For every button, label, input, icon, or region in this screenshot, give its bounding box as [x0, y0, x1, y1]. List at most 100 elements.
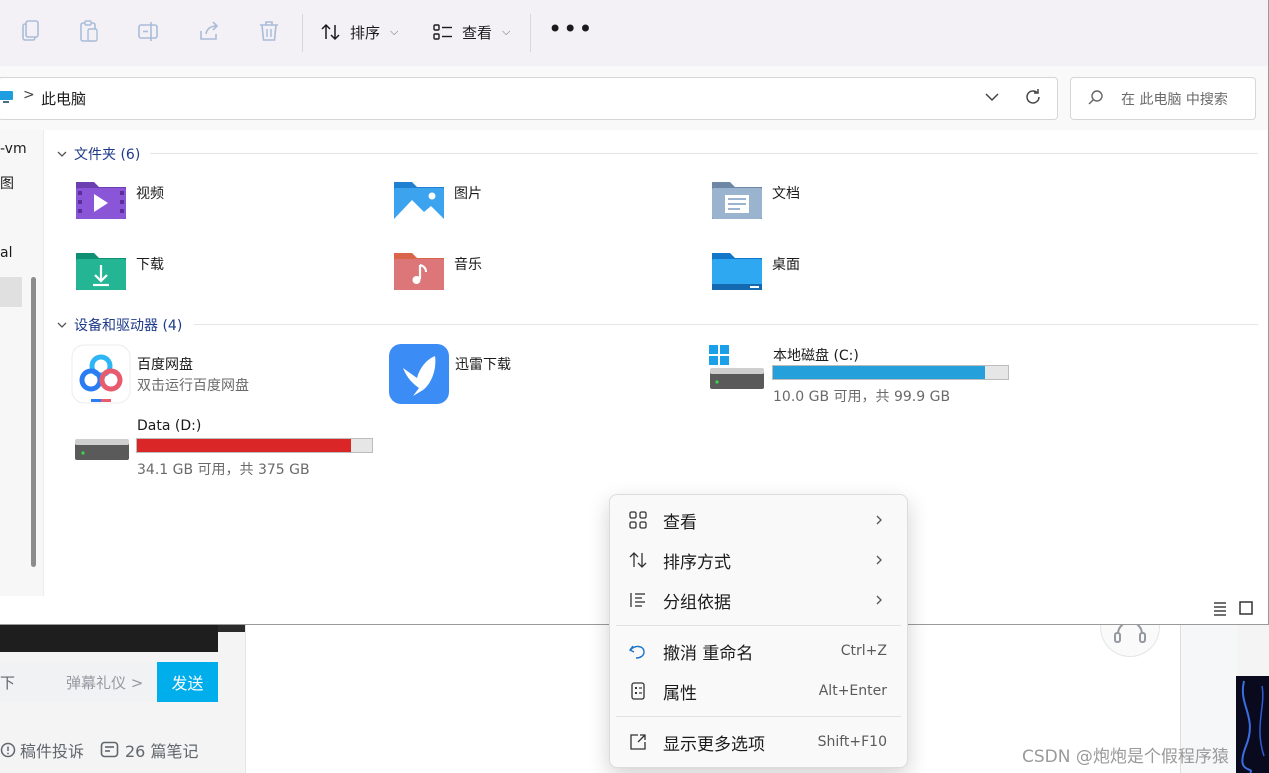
folder-documents[interactable]: 文档: [710, 176, 1010, 232]
delete-icon[interactable]: [257, 18, 281, 46]
menu-label: 属性: [663, 683, 697, 704]
group-by-icon: [630, 593, 645, 607]
nav-item-local[interactable]: al: [0, 245, 12, 261]
drive-d-usage-bar: [136, 438, 373, 453]
danmaku-hint: 下: [0, 674, 16, 692]
folder-videos[interactable]: 视频: [74, 176, 374, 232]
downloads-folder-icon: [76, 253, 126, 290]
more-options-button[interactable]: •••: [548, 17, 592, 46]
device-thunder[interactable]: 迅雷下载: [389, 344, 689, 406]
desktop-folder-icon: [712, 253, 762, 290]
folder-name: 图片: [454, 186, 482, 202]
device-subtitle: 10.0 GB 可用，共 99.9 GB: [773, 389, 951, 405]
pane-divider: [43, 130, 44, 596]
nav-item-pictures[interactable]: 图: [0, 173, 14, 193]
device-name: 迅雷下载: [455, 357, 511, 373]
notes-label: 26 篇笔记: [125, 742, 199, 761]
drive-c-usage-fill: [773, 366, 985, 379]
danmaku-etiquette-link[interactable]: 弹幕礼仪 >: [66, 672, 143, 693]
folder-name: 音乐: [454, 257, 482, 273]
rename-icon[interactable]: [137, 18, 161, 46]
menu-label: 分组依据: [663, 592, 731, 613]
device-drive-c[interactable]: 本地磁盘 (C:) 10.0 GB 可用，共 99.9 GB: [707, 342, 1017, 406]
csdn-watermark: CSDN @炮炮是个假程序猿: [1022, 747, 1229, 767]
share-icon[interactable]: [197, 18, 221, 46]
grid-view-icon: [629, 511, 647, 529]
properties-icon: [631, 682, 645, 700]
device-baidu-netdisk[interactable]: 百度网盘 双击运行百度网盘: [71, 344, 371, 406]
report-label: 稿件投诉: [20, 742, 85, 761]
breadcrumb-this-pc[interactable]: 此电脑: [41, 88, 86, 109]
folder-name: 视频: [136, 186, 164, 202]
view-toggle: [1212, 600, 1254, 616]
chevron-down-icon[interactable]: [981, 86, 1003, 108]
sort-button[interactable]: 排序 ⌵: [320, 18, 398, 46]
menu-item-sort-by[interactable]: 排序方式: [616, 541, 901, 579]
sort-icon: [321, 23, 340, 41]
nav-item-vm[interactable]: -vm: [0, 141, 27, 157]
sort-label: 排序: [350, 23, 381, 42]
device-subtitle: 双击运行百度网盘: [137, 378, 249, 394]
chevron-down-icon: [57, 322, 67, 328]
address-row: > 此电脑 在 此电脑 中搜索: [0, 66, 1268, 130]
chevron-down-icon: ⌵: [390, 25, 399, 38]
details-view-icon[interactable]: [1212, 600, 1228, 616]
toolbar-separator: [530, 14, 531, 52]
folder-name: 文档: [772, 186, 800, 202]
group-title-folders: 文件夹 (6): [74, 147, 141, 163]
menu-label: 查看: [663, 512, 697, 533]
folder-desktop[interactable]: 桌面: [710, 247, 1010, 303]
send-danmaku-button[interactable]: 发送: [157, 662, 218, 702]
tiles-view-icon[interactable]: [1238, 600, 1254, 616]
baidu-netdisk-icon: [71, 344, 131, 404]
menu-item-show-more-options[interactable]: 显示更多选项 Shift+F10: [616, 723, 901, 761]
menu-shortcut: Alt+Enter: [818, 683, 887, 699]
menu-separator: [616, 625, 901, 626]
group-divider: [194, 324, 1258, 325]
group-header-folders[interactable]: 文件夹 (6): [56, 144, 140, 164]
device-name: 本地磁盘 (C:): [773, 348, 859, 364]
background-thumbnail: [1236, 676, 1269, 773]
chevron-right-icon: [876, 515, 882, 525]
documents-folder-icon: [712, 182, 762, 219]
paste-icon[interactable]: [77, 18, 101, 46]
group-header-devices[interactable]: 设备和驱动器 (4): [56, 315, 182, 335]
folder-pictures[interactable]: 图片: [392, 176, 692, 232]
videos-folder-icon: [76, 182, 126, 219]
context-menu: 查看 排序方式 分组依据 撤消 重命名 Ctrl+Z 属性 Alt+Enter …: [609, 494, 908, 768]
group-title-devices: 设备和驱动器 (4): [74, 318, 183, 334]
drive-d-usage-fill: [137, 439, 351, 452]
menu-item-group-by[interactable]: 分组依据: [616, 581, 901, 619]
report-link[interactable]: 稿件投诉: [0, 738, 84, 762]
menu-item-view[interactable]: 查看: [616, 501, 901, 539]
copy-icon[interactable]: [18, 18, 42, 46]
folder-name: 桌面: [772, 257, 800, 273]
chevron-right-icon: [876, 555, 882, 565]
folder-downloads[interactable]: 下载: [74, 247, 374, 303]
menu-item-undo-rename[interactable]: 撤消 重命名 Ctrl+Z: [616, 632, 901, 670]
device-drive-d[interactable]: Data (D:) 34.1 GB 可用，共 375 GB: [74, 415, 384, 479]
folder-music[interactable]: 音乐: [392, 247, 692, 303]
search-input[interactable]: 在 此电脑 中搜索: [1070, 77, 1256, 120]
windows-drive-icon: [709, 345, 764, 389]
undo-icon: [628, 645, 645, 659]
search-icon: [1088, 90, 1103, 105]
address-bar[interactable]: > 此电脑: [0, 77, 1058, 120]
menu-label: 撤消 重命名: [663, 643, 754, 664]
view-button[interactable]: 查看 ⌵: [432, 18, 510, 46]
music-folder-icon: [394, 253, 444, 290]
menu-label: 排序方式: [663, 552, 731, 573]
breadcrumb-separator: >: [23, 87, 35, 103]
sort-icon: [629, 552, 647, 568]
notes-link[interactable]: 26 篇笔记: [100, 738, 198, 762]
search-placeholder: 在 此电脑 中搜索: [1121, 92, 1228, 108]
menu-item-properties[interactable]: 属性 Alt+Enter: [616, 672, 901, 710]
group-divider: [150, 153, 1258, 154]
drive-c-usage-bar: [772, 365, 1009, 380]
nav-item-this-pc-selected[interactable]: [0, 277, 22, 307]
nav-scrollbar[interactable]: [31, 277, 36, 567]
thunder-download-icon: [389, 344, 449, 404]
device-name: Data (D:): [137, 418, 202, 434]
refresh-icon[interactable]: [1022, 86, 1044, 108]
device-subtitle: 34.1 GB 可用，共 375 GB: [137, 462, 310, 478]
